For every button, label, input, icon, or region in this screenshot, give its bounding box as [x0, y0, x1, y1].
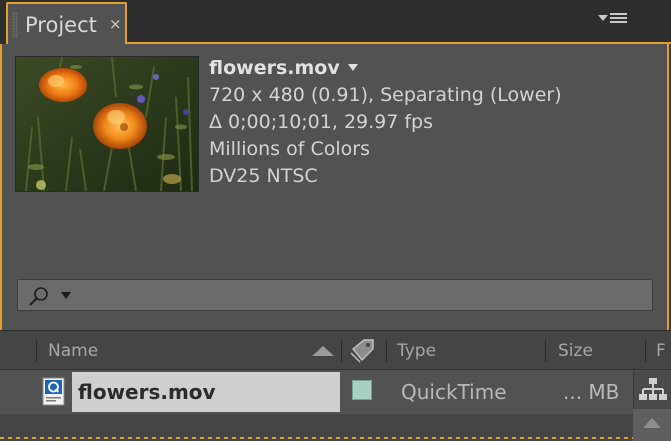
- quicktime-file-icon: [42, 377, 65, 406]
- column-type[interactable]: Type: [397, 340, 436, 362]
- footage-duration: Δ 0;00;10;01, 29.97 fps: [209, 111, 434, 133]
- column-separator[interactable]: [36, 340, 37, 362]
- scroll-up-button[interactable]: [633, 409, 671, 441]
- item-name[interactable]: flowers.mov: [78, 379, 216, 405]
- label-color-swatch[interactable]: [352, 380, 372, 400]
- footage-thumbnail: [15, 56, 199, 192]
- flowchart-icon: [639, 378, 667, 400]
- column-size[interactable]: Size: [558, 340, 593, 362]
- scroll-up-arrow-icon: [643, 418, 661, 428]
- item-size: ... MB: [563, 380, 620, 404]
- footage-filename: flowers.mov: [209, 57, 340, 79]
- flowers-thumbnail-image: [16, 57, 198, 191]
- footage-title[interactable]: flowers.mov: [209, 55, 562, 82]
- close-icon[interactable]: ×: [109, 14, 122, 34]
- tab-bar: Project ×: [0, 0, 671, 44]
- item-type: QuickTime: [401, 380, 507, 404]
- footage-dimensions: 720 x 480 (0.91), Separating (Lower): [209, 84, 562, 106]
- tab-project[interactable]: Project ×: [6, 2, 127, 44]
- column-separator[interactable]: [341, 340, 342, 362]
- column-separator[interactable]: [386, 340, 387, 362]
- chevron-down-icon[interactable]: [347, 64, 358, 71]
- footage-codec: DV25 NTSC: [209, 165, 318, 187]
- search-input[interactable]: [76, 283, 636, 307]
- label-tag-icon[interactable]: [347, 337, 377, 365]
- column-name[interactable]: Name: [48, 340, 98, 362]
- flowchart-button[interactable]: [633, 371, 671, 409]
- column-separator[interactable]: [645, 340, 646, 362]
- search-icon[interactable]: [28, 286, 50, 306]
- menu-lines-icon: [610, 13, 627, 25]
- column-separator[interactable]: [545, 340, 546, 362]
- search-options-caret-icon[interactable]: [61, 292, 71, 299]
- project-panel-window: Project × flowers.mov 720 x 480 (0.91), …: [0, 0, 671, 441]
- column-partial[interactable]: F: [656, 340, 666, 362]
- menu-caret-icon: [598, 15, 608, 21]
- tab-label: Project: [25, 13, 97, 37]
- search-field[interactable]: [17, 279, 653, 311]
- panel-menu-icon[interactable]: [598, 10, 632, 30]
- column-header: Name Type Size F: [0, 330, 671, 370]
- drop-target-edge: [0, 437, 633, 441]
- sort-ascending-icon[interactable]: [312, 346, 334, 356]
- tab-grip-handle[interactable]: [12, 12, 18, 38]
- footage-colors: Millions of Colors: [209, 138, 370, 160]
- footage-info: flowers.mov 720 x 480 (0.91), Separating…: [209, 55, 562, 190]
- table-row[interactable]: flowers.mov QuickTime ... MB: [0, 370, 671, 414]
